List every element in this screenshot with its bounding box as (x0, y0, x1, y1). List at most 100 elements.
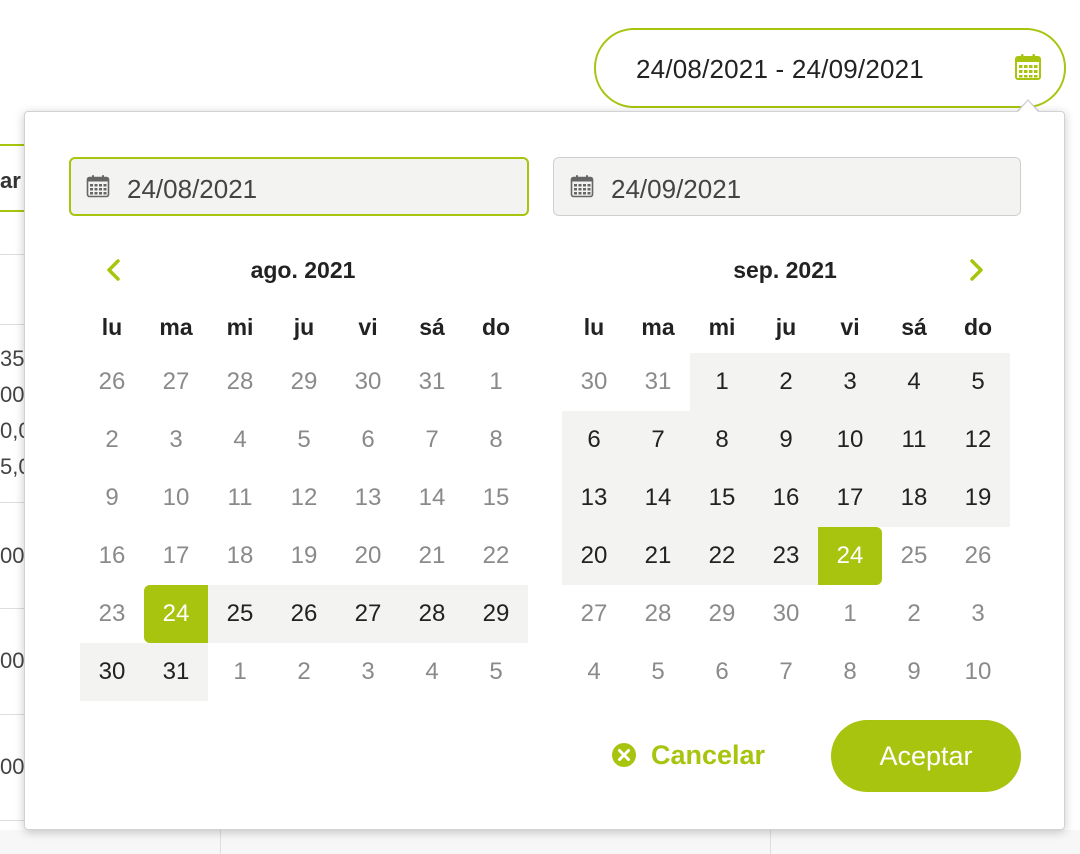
calendar-day[interactable]: 30 (562, 353, 626, 411)
calendar-day[interactable]: 28 (208, 353, 272, 411)
calendar-day[interactable]: 15 (690, 469, 754, 527)
start-date-input[interactable]: 24/08/2021 (69, 157, 529, 216)
calendar-day[interactable]: 31 (626, 353, 690, 411)
calendar-day[interactable]: 3 (818, 353, 882, 411)
calendar-month-left: lu ma mi ju vi sá do 26 27 28 29 30 31 1 2 3 4 5 6 7 8 9 10 11 1… (80, 295, 528, 701)
date-range-field[interactable]: 24/08/2021 - 24/09/2021 (594, 28, 1066, 108)
calendar-day[interactable]: 8 (464, 411, 528, 469)
calendar-day[interactable]: 22 (690, 527, 754, 585)
calendar-day[interactable]: 21 (400, 527, 464, 585)
calendar-day[interactable]: 2 (272, 643, 336, 701)
weekday-header: lu ma mi ju vi sá do (562, 295, 1010, 353)
background-divider (0, 820, 24, 821)
calendar-day[interactable]: 26 (946, 527, 1010, 585)
calendar-day[interactable]: 29 (272, 353, 336, 411)
calendar-day[interactable]: 17 (144, 527, 208, 585)
calendar-day[interactable]: 1 (208, 643, 272, 701)
calendar-day[interactable]: 11 (882, 411, 946, 469)
calendar-day[interactable]: 30 (80, 643, 144, 701)
calendar-day[interactable]: 1 (690, 353, 754, 411)
calendar-day[interactable]: 7 (754, 643, 818, 701)
calendar-day[interactable]: 12 (946, 411, 1010, 469)
calendar-day[interactable]: 7 (626, 411, 690, 469)
calendar-day[interactable]: 13 (336, 469, 400, 527)
calendar-day[interactable]: 28 (626, 585, 690, 643)
calendar-day[interactable]: 16 (754, 469, 818, 527)
background-tab-label: ar (0, 168, 21, 193)
calendar-day[interactable]: 21 (626, 527, 690, 585)
calendar-day[interactable]: 18 (882, 469, 946, 527)
calendar-month-right: lu ma mi ju vi sá do 30 31 1 2 3 4 5 6 7 8 9 10 11 12 13 14 15 1… (562, 295, 1010, 701)
calendar-day[interactable]: 4 (562, 643, 626, 701)
calendar-day[interactable]: 6 (562, 411, 626, 469)
calendar-day[interactable]: 16 (80, 527, 144, 585)
calendar-day-selected[interactable]: 24 (818, 527, 882, 585)
calendar-day[interactable]: 2 (754, 353, 818, 411)
calendar-day[interactable]: 3 (336, 643, 400, 701)
calendar-day[interactable]: 31 (400, 353, 464, 411)
calendar-day[interactable]: 18 (208, 527, 272, 585)
calendar-day[interactable]: 2 (882, 585, 946, 643)
calendar-day[interactable]: 30 (336, 353, 400, 411)
calendar-day[interactable]: 26 (80, 353, 144, 411)
calendar-day[interactable]: 20 (336, 527, 400, 585)
chevron-right-icon[interactable] (963, 255, 989, 285)
calendar-day[interactable]: 5 (626, 643, 690, 701)
calendar-day[interactable]: 12 (272, 469, 336, 527)
calendar-day[interactable]: 13 (562, 469, 626, 527)
calendar-day[interactable]: 23 (754, 527, 818, 585)
calendar-day[interactable]: 28 (400, 585, 464, 643)
calendar-day[interactable]: 4 (400, 643, 464, 701)
calendar-day[interactable]: 4 (208, 411, 272, 469)
calendar-day[interactable]: 26 (272, 585, 336, 643)
calendar-day[interactable]: 8 (690, 411, 754, 469)
calendar-day[interactable]: 6 (336, 411, 400, 469)
calendar-day[interactable]: 17 (818, 469, 882, 527)
calendar-day[interactable]: 27 (336, 585, 400, 643)
calendar-day[interactable]: 9 (80, 469, 144, 527)
calendar-day-selected[interactable]: 24 (144, 585, 208, 643)
chevron-left-icon[interactable] (101, 255, 127, 285)
calendar-day[interactable]: 14 (626, 469, 690, 527)
calendar-day[interactable]: 11 (208, 469, 272, 527)
calendar-day[interactable]: 10 (946, 643, 1010, 701)
calendar-day[interactable]: 1 (818, 585, 882, 643)
calendar-day[interactable]: 2 (80, 411, 144, 469)
calendar-day[interactable]: 19 (946, 469, 1010, 527)
calendar-day[interactable]: 4 (882, 353, 946, 411)
calendar-day[interactable]: 30 (754, 585, 818, 643)
calendar-day[interactable]: 31 (144, 643, 208, 701)
calendar-day[interactable]: 29 (690, 585, 754, 643)
calendar-day[interactable]: 19 (272, 527, 336, 585)
cancel-button[interactable]: Cancelar (611, 738, 765, 772)
calendar-day[interactable]: 8 (818, 643, 882, 701)
calendar-day[interactable]: 1 (464, 353, 528, 411)
calendar-day[interactable]: 7 (400, 411, 464, 469)
calendar-icon[interactable] (1014, 53, 1042, 81)
calendar-day[interactable]: 27 (562, 585, 626, 643)
calendar-day[interactable]: 9 (882, 643, 946, 701)
calendar-day[interactable]: 25 (882, 527, 946, 585)
accept-button[interactable]: Aceptar (831, 720, 1021, 792)
calendar-day[interactable]: 5 (464, 643, 528, 701)
calendar-day[interactable]: 20 (562, 527, 626, 585)
background-cell: 5,0 (0, 454, 24, 479)
calendar-day[interactable]: 14 (400, 469, 464, 527)
calendar-day[interactable]: 29 (464, 585, 528, 643)
calendar-day[interactable]: 6 (690, 643, 754, 701)
calendar-day[interactable]: 9 (754, 411, 818, 469)
calendar-day[interactable]: 15 (464, 469, 528, 527)
calendar-day[interactable]: 5 (946, 353, 1010, 411)
calendar-day[interactable]: 10 (144, 469, 208, 527)
calendar-day[interactable]: 3 (144, 411, 208, 469)
calendar-day[interactable]: 5 (272, 411, 336, 469)
end-date-input[interactable]: 24/09/2021 (553, 157, 1021, 216)
weekday-label: sá (419, 314, 445, 340)
calendar-day[interactable]: 25 (208, 585, 272, 643)
calendar-day[interactable]: 22 (464, 527, 528, 585)
calendar-day[interactable]: 23 (80, 585, 144, 643)
background-cell: 00 (0, 754, 24, 779)
calendar-day[interactable]: 3 (946, 585, 1010, 643)
calendar-day[interactable]: 10 (818, 411, 882, 469)
calendar-day[interactable]: 27 (144, 353, 208, 411)
